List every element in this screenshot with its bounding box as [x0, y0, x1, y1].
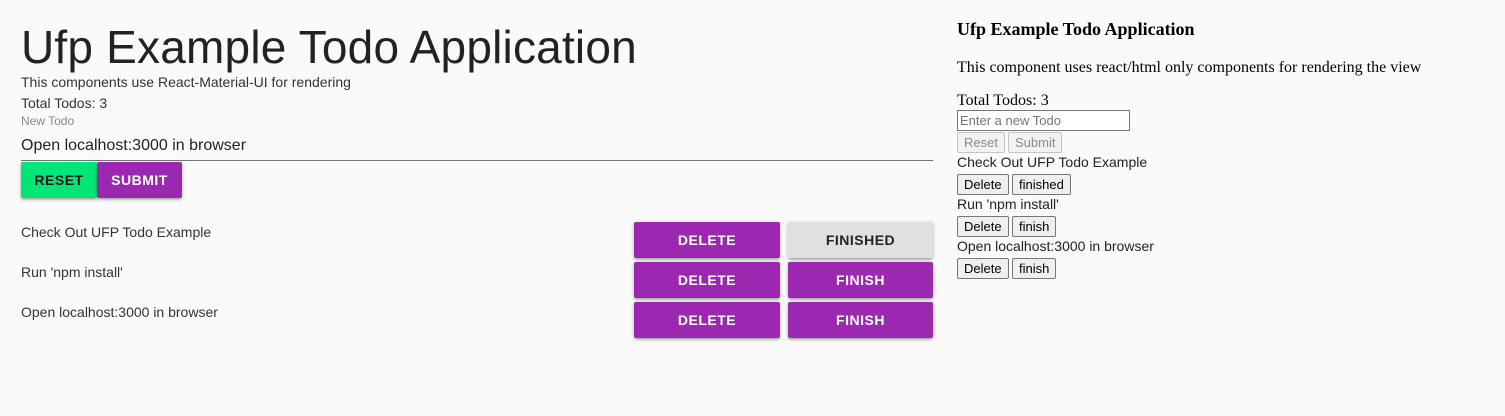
new-todo-field-label: New Todo — [21, 114, 75, 128]
delete-todo-button[interactable]: DELETE — [634, 222, 780, 258]
html-new-todo-input[interactable] — [957, 110, 1130, 131]
finish-todo-button[interactable]: FINISH — [788, 262, 933, 298]
delete-todo-button[interactable]: DELETE — [634, 302, 780, 338]
material-todo-item: Run 'npm install' DELETE FINISH — [21, 262, 933, 298]
material-todo-panel: Ufp Example Todo Application This compon… — [21, 0, 933, 416]
finished-todo-button[interactable]: FINISHED — [788, 222, 933, 258]
html-app-title: Ufp Example Todo Application — [957, 19, 1195, 39]
delete-todo-button[interactable]: DELETE — [634, 262, 780, 298]
material-submit-button[interactable]: SUBMIT — [97, 162, 182, 198]
todo-text: Open localhost:3000 in browser — [21, 304, 218, 320]
material-todo-item: Check Out UFP Todo Example DELETE FINISH… — [21, 222, 933, 258]
todo-text: Check Out UFP Todo Example — [21, 224, 212, 240]
material-todo-item: Open localhost:3000 in browser DELETE FI… — [21, 302, 933, 338]
html-finished-todo-button[interactable]: finished — [1012, 174, 1071, 195]
html-reset-button[interactable]: Reset — [957, 132, 1005, 153]
html-delete-todo-button[interactable]: Delete — [957, 258, 1009, 279]
html-delete-todo-button[interactable]: Delete — [957, 216, 1009, 237]
todo-text: Run 'npm install' — [21, 264, 123, 280]
html-todo-text: Check Out UFP Todo Example — [957, 154, 1148, 170]
html-todo-text: Open localhost:3000 in browser — [957, 238, 1154, 254]
html-todo-text: Run 'npm install' — [957, 196, 1059, 212]
material-app-subtitle: This components use React-Material-UI fo… — [21, 74, 351, 90]
html-submit-button[interactable]: Submit — [1008, 132, 1063, 153]
html-finish-todo-button[interactable]: finish — [1012, 258, 1057, 279]
html-todo-panel: Ufp Example Todo Application This compon… — [957, 0, 1487, 416]
material-app-title: Ufp Example Todo Application — [21, 21, 637, 73]
html-app-description: This component uses react/html only comp… — [957, 59, 1422, 76]
finish-todo-button[interactable]: FINISH — [788, 302, 933, 338]
material-new-todo-input[interactable] — [21, 132, 933, 161]
material-reset-button[interactable]: RESET — [21, 162, 97, 198]
html-delete-todo-button[interactable]: Delete — [957, 174, 1009, 195]
html-total-todos: Total Todos: 3 — [957, 92, 1049, 109]
material-total-todos: Total Todos: 3 — [21, 95, 108, 111]
html-finish-todo-button[interactable]: finish — [1012, 216, 1057, 237]
